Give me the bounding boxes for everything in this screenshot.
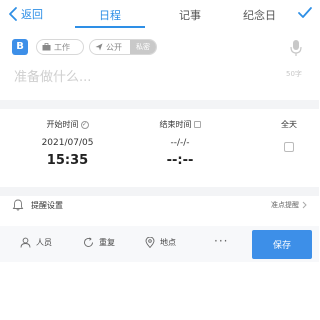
tab-schedule[interactable]: 日程 bbox=[99, 7, 121, 23]
top-bar: 返回 日程 记事 纪念日 bbox=[0, 0, 319, 28]
visibility-chip[interactable]: 公开 私密 bbox=[89, 39, 157, 55]
all-day-label: 全天 bbox=[281, 120, 297, 129]
tab-anniversary[interactable]: 纪念日 bbox=[243, 7, 276, 23]
char-counter: 50字 bbox=[286, 70, 302, 78]
section-divider bbox=[0, 100, 319, 109]
check-circle-icon: ✓ bbox=[80, 120, 89, 129]
private-badge: 私密 bbox=[130, 40, 156, 54]
back-button[interactable]: 返回 bbox=[6, 6, 43, 22]
end-time-checkbox[interactable] bbox=[193, 121, 201, 128]
end-time-label: 结束时间 bbox=[159, 120, 192, 129]
visibility-chip-label: 公开 bbox=[106, 42, 122, 52]
chevron-right-icon bbox=[302, 201, 307, 209]
end-time-column[interactable]: 结束时间 --/-/- --:-- bbox=[115, 109, 245, 184]
back-label: 返回 bbox=[21, 8, 43, 21]
more-button[interactable]: ··· bbox=[214, 234, 228, 248]
end-time: --:-- bbox=[166, 153, 194, 168]
reminder-label: 提醒设置 bbox=[31, 201, 63, 210]
reminder-value: 准点提醒 bbox=[271, 200, 307, 210]
start-time-label: 开始时间 bbox=[46, 120, 79, 129]
people-button[interactable]: 人员 bbox=[20, 237, 52, 248]
bottom-toolbar: 人员 重复 地点 ··· 保存 bbox=[0, 226, 319, 262]
checkmark-icon[interactable] bbox=[297, 6, 313, 20]
microphone-icon[interactable] bbox=[290, 39, 302, 57]
category-chip-label: 工作 bbox=[54, 42, 70, 52]
bell-icon bbox=[12, 199, 24, 211]
time-section: 开始时间 ✓ 2021/07/05 15:35 结束时间 --/-/- --:-… bbox=[0, 109, 319, 184]
all-day-checkbox[interactable] bbox=[284, 142, 294, 152]
chevron-left-icon bbox=[9, 7, 17, 21]
location-button[interactable]: 地点 bbox=[145, 237, 176, 248]
all-day-column: 全天 bbox=[263, 109, 315, 184]
repeat-icon bbox=[84, 237, 93, 247]
category-chip[interactable]: 工作 bbox=[36, 39, 84, 55]
location-label: 地点 bbox=[160, 238, 176, 247]
color-tag-button[interactable]: B bbox=[12, 39, 28, 55]
repeat-label: 重复 bbox=[99, 238, 115, 247]
send-icon bbox=[95, 43, 103, 51]
reminder-row[interactable]: 提醒设置 准点提醒 bbox=[0, 196, 319, 218]
person-icon bbox=[20, 237, 31, 248]
active-tab-indicator bbox=[75, 26, 145, 28]
tag-row: B 工作 公开 私密 bbox=[0, 36, 319, 60]
end-date: --/-/- bbox=[170, 138, 190, 148]
section-divider bbox=[0, 187, 319, 196]
people-label: 人员 bbox=[36, 238, 52, 247]
save-button[interactable]: 保存 bbox=[252, 230, 312, 259]
briefcase-icon bbox=[42, 43, 51, 51]
tab-notes[interactable]: 记事 bbox=[179, 7, 201, 23]
repeat-button[interactable]: 重复 bbox=[83, 237, 115, 248]
title-input[interactable]: 准备做什么... bbox=[14, 66, 91, 85]
reminder-value-text: 准点提醒 bbox=[271, 201, 299, 209]
location-pin-icon bbox=[145, 237, 155, 248]
